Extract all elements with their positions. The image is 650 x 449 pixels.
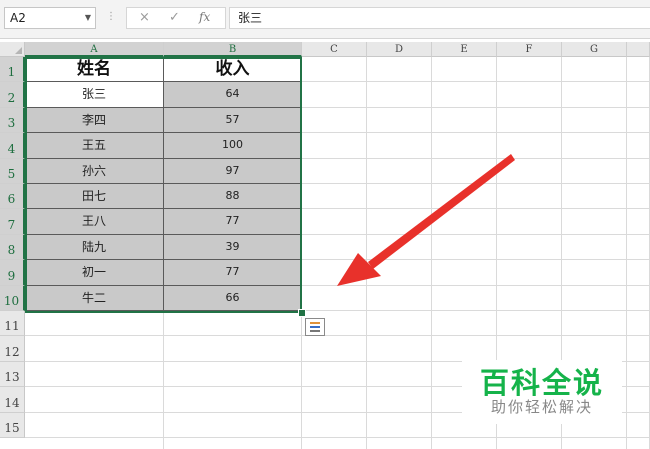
red-arrow-annotation <box>337 154 515 286</box>
arrow-icon <box>368 154 515 269</box>
